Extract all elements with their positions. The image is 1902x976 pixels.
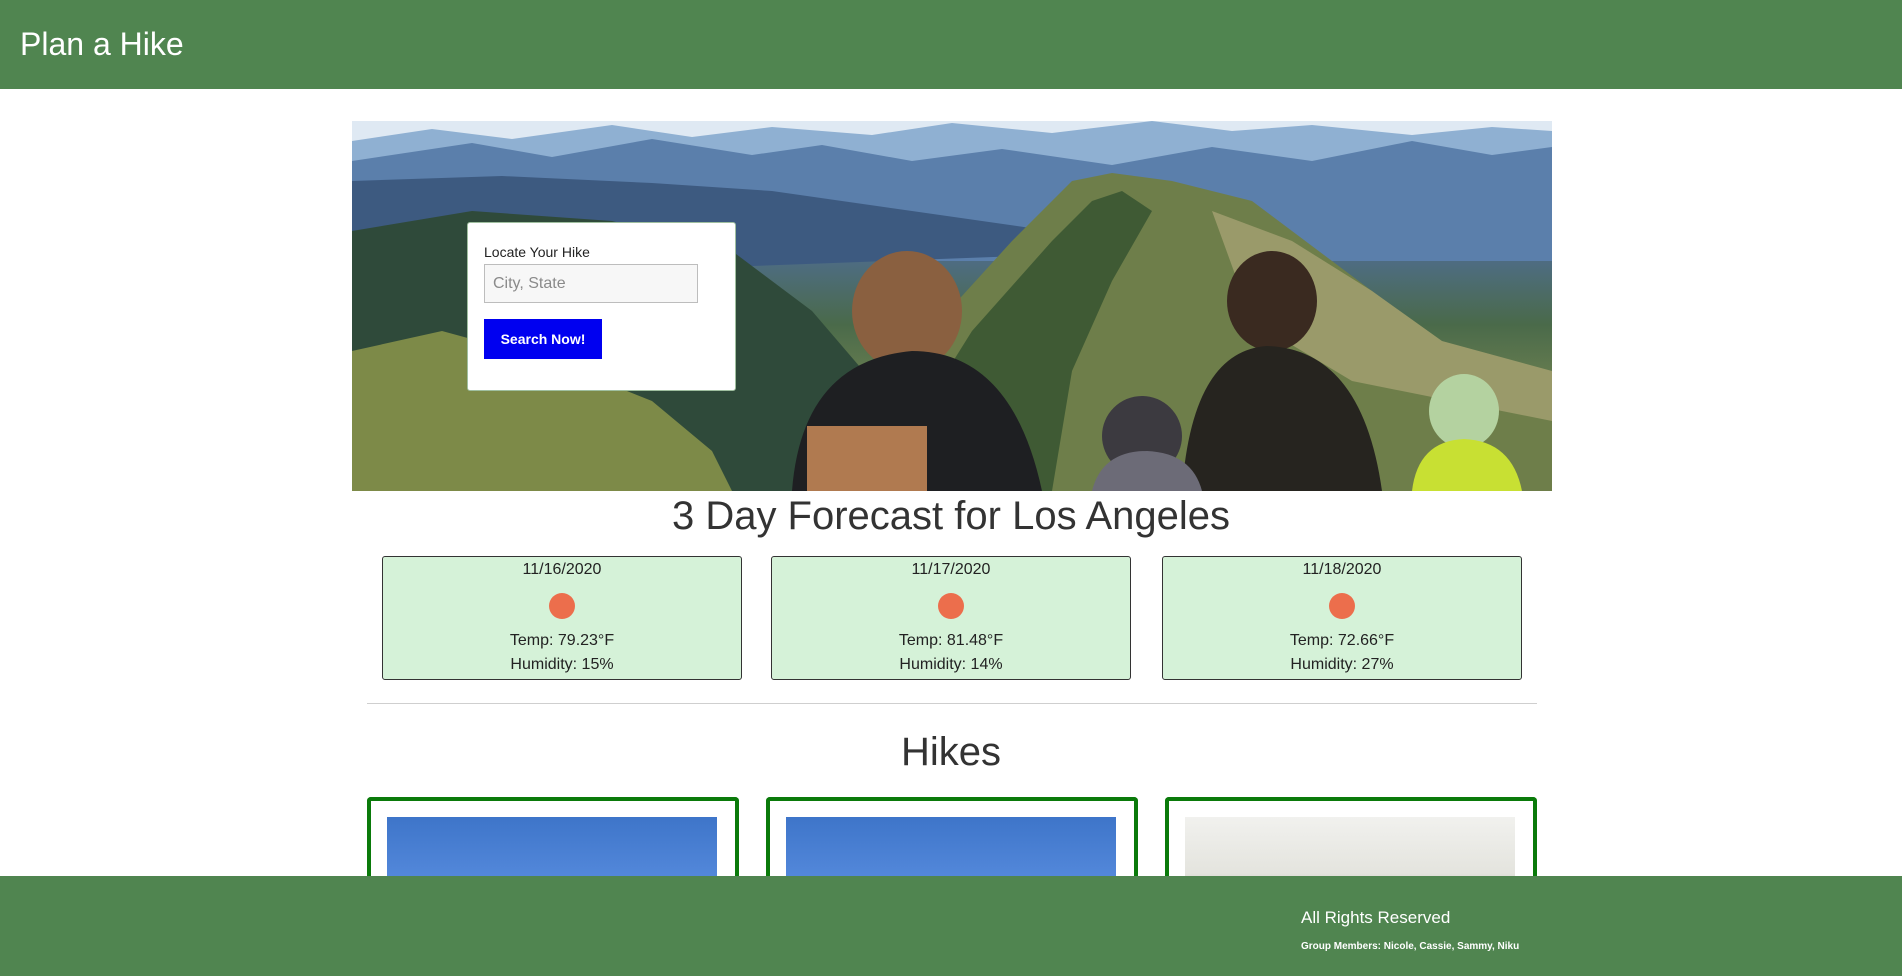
forecast-card: 11/16/2020 Temp: 79.23°F Humidity: 15% xyxy=(382,556,742,680)
forecast-date: 11/16/2020 xyxy=(522,561,602,578)
sun-icon xyxy=(1329,593,1355,619)
search-now-button[interactable]: Search Now! xyxy=(484,319,602,359)
footer-members: Group Members: Nicole, Cassie, Sammy, Ni… xyxy=(1301,941,1520,952)
forecast-humidity: Humidity: 14% xyxy=(899,656,1003,673)
forecast-humidity: Humidity: 27% xyxy=(1290,656,1394,673)
forecast-card: 11/17/2020 Temp: 81.48°F Humidity: 14% xyxy=(771,556,1131,680)
sun-icon xyxy=(549,593,575,619)
top-navbar: Plan a Hike xyxy=(0,0,1902,89)
brand-title[interactable]: Plan a Hike xyxy=(20,26,184,63)
city-state-input[interactable] xyxy=(484,264,698,303)
footer-rights: All Rights Reserved xyxy=(1301,908,1451,927)
hikes-title: Hikes xyxy=(900,730,1002,774)
section-divider xyxy=(367,703,1537,704)
sun-icon xyxy=(938,593,964,619)
forecast-temp: Temp: 81.48°F xyxy=(898,632,1004,649)
search-label: Locate Your Hike xyxy=(484,244,590,260)
forecast-temp: Temp: 79.23°F xyxy=(509,632,615,649)
forecast-card: 11/18/2020 Temp: 72.66°F Humidity: 27% xyxy=(1162,556,1522,680)
search-card: Locate Your Hike Search Now! xyxy=(467,222,736,391)
footer: All Rights Reserved Group Members: Nicol… xyxy=(0,876,1902,976)
forecast-title: 3 Day Forecast for Los Angeles xyxy=(671,494,1231,538)
forecast-humidity: Humidity: 15% xyxy=(510,656,614,673)
forecast-date: 11/17/2020 xyxy=(911,561,991,578)
forecast-date: 11/18/2020 xyxy=(1302,561,1382,578)
forecast-temp: Temp: 72.66°F xyxy=(1289,632,1395,649)
